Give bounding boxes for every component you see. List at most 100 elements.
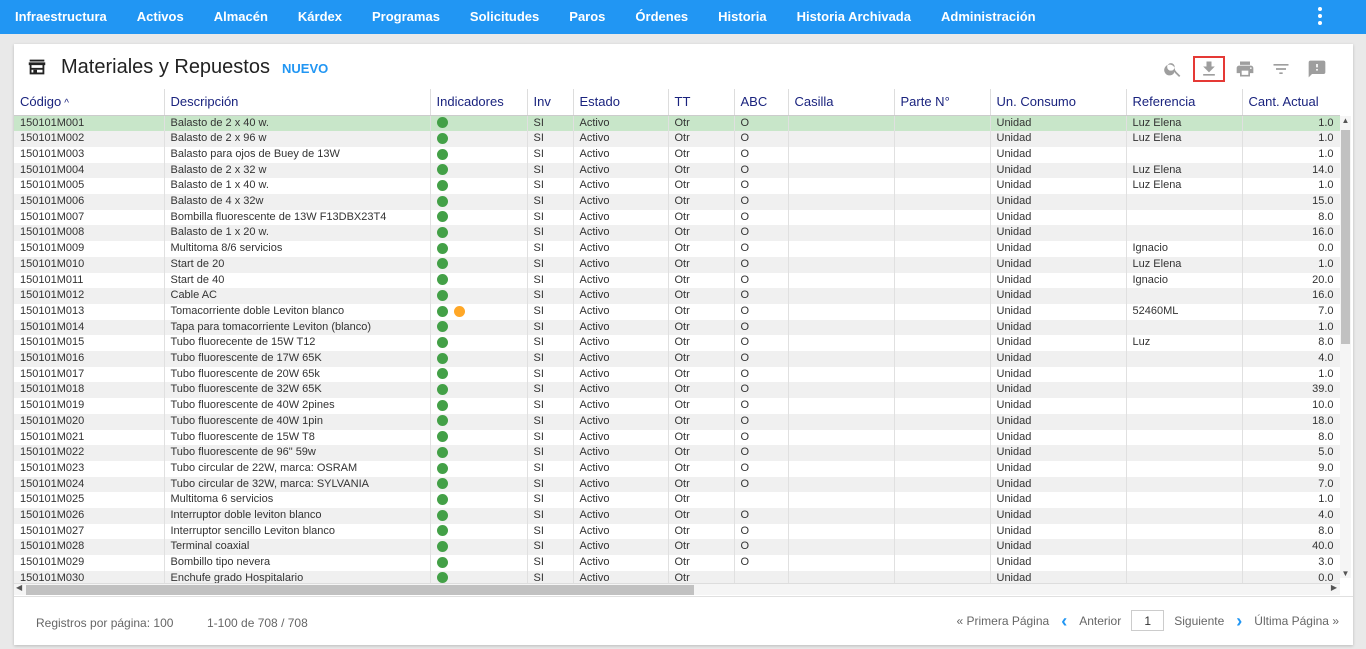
cell-cantidad: 1.0 xyxy=(1242,146,1340,163)
column-header-consumo[interactable]: Un. Consumo xyxy=(990,89,1127,116)
nav-historia-archivada[interactable]: Historia Archivada xyxy=(782,0,926,34)
nav-activos[interactable]: Activos xyxy=(122,0,199,34)
table-body: 150101M001 Balasto de 2 x 40 w. SI Activo Ot… xyxy=(14,115,1340,583)
table-row[interactable]: 150101M010 Start de 20 SI Activo Otr O Unidad L… xyxy=(14,256,1340,273)
nav-almacen[interactable]: Almacén xyxy=(199,0,283,34)
table-row[interactable]: 150101M023 Tubo circular de 22W, marca: O… xyxy=(14,460,1340,477)
table-row[interactable]: 150101M019 Tubo fluorescente de 40W 2pine… xyxy=(14,398,1340,414)
last-page-link[interactable]: Última Página » xyxy=(1254,614,1339,628)
table-row[interactable]: 150101M017 Tubo fluorescente de 20W 65k SI… xyxy=(14,366,1340,383)
chevron-left-icon[interactable]: ‹ xyxy=(1061,612,1067,630)
table-row[interactable]: 150101M002 Balasto de 2 x 96 w SI Activo Otr… xyxy=(14,131,1340,147)
chevron-right-icon[interactable]: › xyxy=(1236,612,1242,630)
first-page-link[interactable]: « Primera Página xyxy=(956,614,1049,628)
vertical-scroll-thumb[interactable] xyxy=(1341,130,1350,344)
column-header-inv[interactable]: Inv xyxy=(527,89,574,116)
nav-solicitudes[interactable]: Solicitudes xyxy=(455,0,554,34)
cell-consumo: Unidad xyxy=(990,382,1127,399)
nav-paros[interactable]: Paros xyxy=(554,0,620,34)
table-row[interactable]: 150101M030 Enchufe grado Hospitalario SI Ac… xyxy=(14,570,1340,583)
column-header-cantidad[interactable]: Cant. Actual xyxy=(1242,89,1340,116)
nav-programas[interactable]: Programas xyxy=(357,0,455,34)
column-header-estado[interactable]: Estado xyxy=(573,89,669,116)
column-header-indicadores[interactable]: Indicadores xyxy=(430,89,528,116)
table-row[interactable]: 150101M011 Start de 40 SI Activo Otr O Unidad I… xyxy=(14,272,1340,289)
table-row[interactable]: 150101M015 Tubo fluorecente de 15W T12 SI A… xyxy=(14,335,1340,352)
download-icon[interactable] xyxy=(1193,56,1225,82)
horizontal-scroll-thumb[interactable] xyxy=(26,585,694,595)
cell-parte xyxy=(894,555,991,571)
column-header-tt[interactable]: TT xyxy=(668,89,735,116)
nav-kardex[interactable]: Kárdex xyxy=(283,0,357,34)
next-page-link[interactable]: Siguiente xyxy=(1174,614,1224,628)
table-row[interactable]: 150101M016 Tubo fluorescente de 17W 65K SI… xyxy=(14,351,1340,367)
table-row[interactable]: 150101M004 Balasto de 2 x 32 w SI Activo Otr… xyxy=(14,162,1340,179)
scroll-up-icon[interactable]: ▲ xyxy=(1340,116,1351,125)
table-row[interactable]: 150101M012 Cable AC SI Activo Otr O Unidad 16.0 xyxy=(14,288,1340,304)
table-row[interactable]: 150101M026 Interruptor doble leviton blan… xyxy=(14,508,1340,524)
records-per-page[interactable]: Registros por página: 100 xyxy=(36,616,173,630)
table-row[interactable]: 150101M001 Balasto de 2 x 40 w. SI Activo Ot… xyxy=(14,115,1340,132)
table-row[interactable]: 150101M020 Tubo fluorescente de 40W 1pin S… xyxy=(14,413,1340,430)
nav-ordenes[interactable]: Órdenes xyxy=(620,0,703,34)
scroll-down-icon[interactable]: ▼ xyxy=(1340,569,1351,578)
column-header-casilla[interactable]: Casilla xyxy=(788,89,895,116)
cell-descripcion: Balasto de 2 x 32 w xyxy=(164,162,431,179)
cell-cantidad: 15.0 xyxy=(1242,194,1340,210)
column-header-abc[interactable]: ABC xyxy=(734,89,789,116)
table-row[interactable]: 150101M003 Balasto para ojos de Buey de 1… xyxy=(14,146,1340,163)
table-row[interactable]: 150101M005 Balasto de 1 x 40 w. SI Activo Ot… xyxy=(14,178,1340,195)
table-row[interactable]: 150101M028 Terminal coaxial SI Activo Otr O Un… xyxy=(14,539,1340,556)
cell-indicadores xyxy=(430,413,528,430)
table-row[interactable]: 150101M006 Balasto de 4 x 32w SI Activo Otr O… xyxy=(14,194,1340,210)
indicator-green-dot xyxy=(436,384,448,396)
cell-parte xyxy=(894,194,991,210)
table-row[interactable]: 150101M014 Tapa para tomacorriente Levito… xyxy=(14,319,1340,336)
table-row[interactable]: 150101M008 Balasto de 1 x 20 w. SI Activo Ot… xyxy=(14,225,1340,242)
table-row[interactable]: 150101M022 Tubo fluorescente de 96" 59w SI… xyxy=(14,445,1340,461)
cell-casilla xyxy=(788,413,895,430)
previous-page-link[interactable]: Anterior xyxy=(1079,614,1121,628)
cell-casilla xyxy=(788,523,895,540)
cell-inv: SI xyxy=(527,131,574,147)
filter-icon[interactable] xyxy=(1265,56,1297,82)
nav-historia[interactable]: Historia xyxy=(703,0,781,34)
table-row[interactable]: 150101M025 Multitoma 6 servicios SI Activo O… xyxy=(14,492,1340,509)
more-vert-icon[interactable] xyxy=(1314,5,1326,27)
page-number-input[interactable] xyxy=(1131,610,1165,631)
cell-codigo: 150101M014 xyxy=(14,319,165,336)
search-icon[interactable] xyxy=(1157,56,1189,82)
scroll-left-icon[interactable]: ◀ xyxy=(16,583,22,592)
column-header-referencia[interactable]: Referencia xyxy=(1126,89,1243,116)
table-row[interactable]: 150101M009 Multitoma 8/6 servicios SI Activ… xyxy=(14,241,1340,257)
horizontal-scrollbar[interactable]: ◀ ▶ xyxy=(14,583,1340,595)
cell-estado: Activo xyxy=(573,445,669,461)
scroll-right-icon[interactable]: ▶ xyxy=(1331,583,1337,592)
vertical-scrollbar[interactable]: ▲ ▼ xyxy=(1340,116,1351,578)
print-icon[interactable] xyxy=(1229,56,1261,82)
table-row[interactable]: 150101M007 Bombilla fluorescente de 13W F… xyxy=(14,209,1340,226)
table-row[interactable]: 150101M024 Tubo circular de 32W, marca: S… xyxy=(14,476,1340,493)
column-header-codigo[interactable]: Código ^ xyxy=(14,89,165,116)
cell-consumo: Unidad xyxy=(990,194,1127,210)
cell-referencia xyxy=(1126,508,1243,524)
table-row[interactable]: 150101M029 Bombillo tipo nevera SI Activo Ot… xyxy=(14,555,1340,571)
column-header-parte[interactable]: Parte N° xyxy=(894,89,991,116)
table-row[interactable]: 150101M018 Tubo fluorescente de 32W 65K SI… xyxy=(14,382,1340,399)
cell-abc: O xyxy=(734,413,789,430)
cell-indicadores xyxy=(430,570,528,583)
cell-consumo: Unidad xyxy=(990,351,1127,367)
table-row[interactable]: 150101M013 Tomacorriente doble Leviton bl… xyxy=(14,303,1340,320)
table-row[interactable]: 150101M021 Tubo fluorescente de 15W T8 SI A… xyxy=(14,429,1340,446)
new-button[interactable]: NUEVO xyxy=(282,61,328,76)
sort-ascending-icon[interactable]: ^ xyxy=(64,98,69,109)
cell-referencia: Luz Elena xyxy=(1126,178,1243,195)
table-row[interactable]: 150101M027 Interruptor sencillo Leviton b… xyxy=(14,523,1340,540)
cell-abc: O xyxy=(734,382,789,399)
cell-cantidad: 3.0 xyxy=(1242,555,1340,571)
column-header-descripcion[interactable]: Descripción xyxy=(164,89,431,116)
nav-infraestructura[interactable]: Infraestructura xyxy=(0,0,122,34)
cell-cantidad: 1.0 xyxy=(1242,178,1340,195)
feedback-icon[interactable] xyxy=(1301,56,1333,82)
nav-administracion[interactable]: Administración xyxy=(926,0,1051,34)
